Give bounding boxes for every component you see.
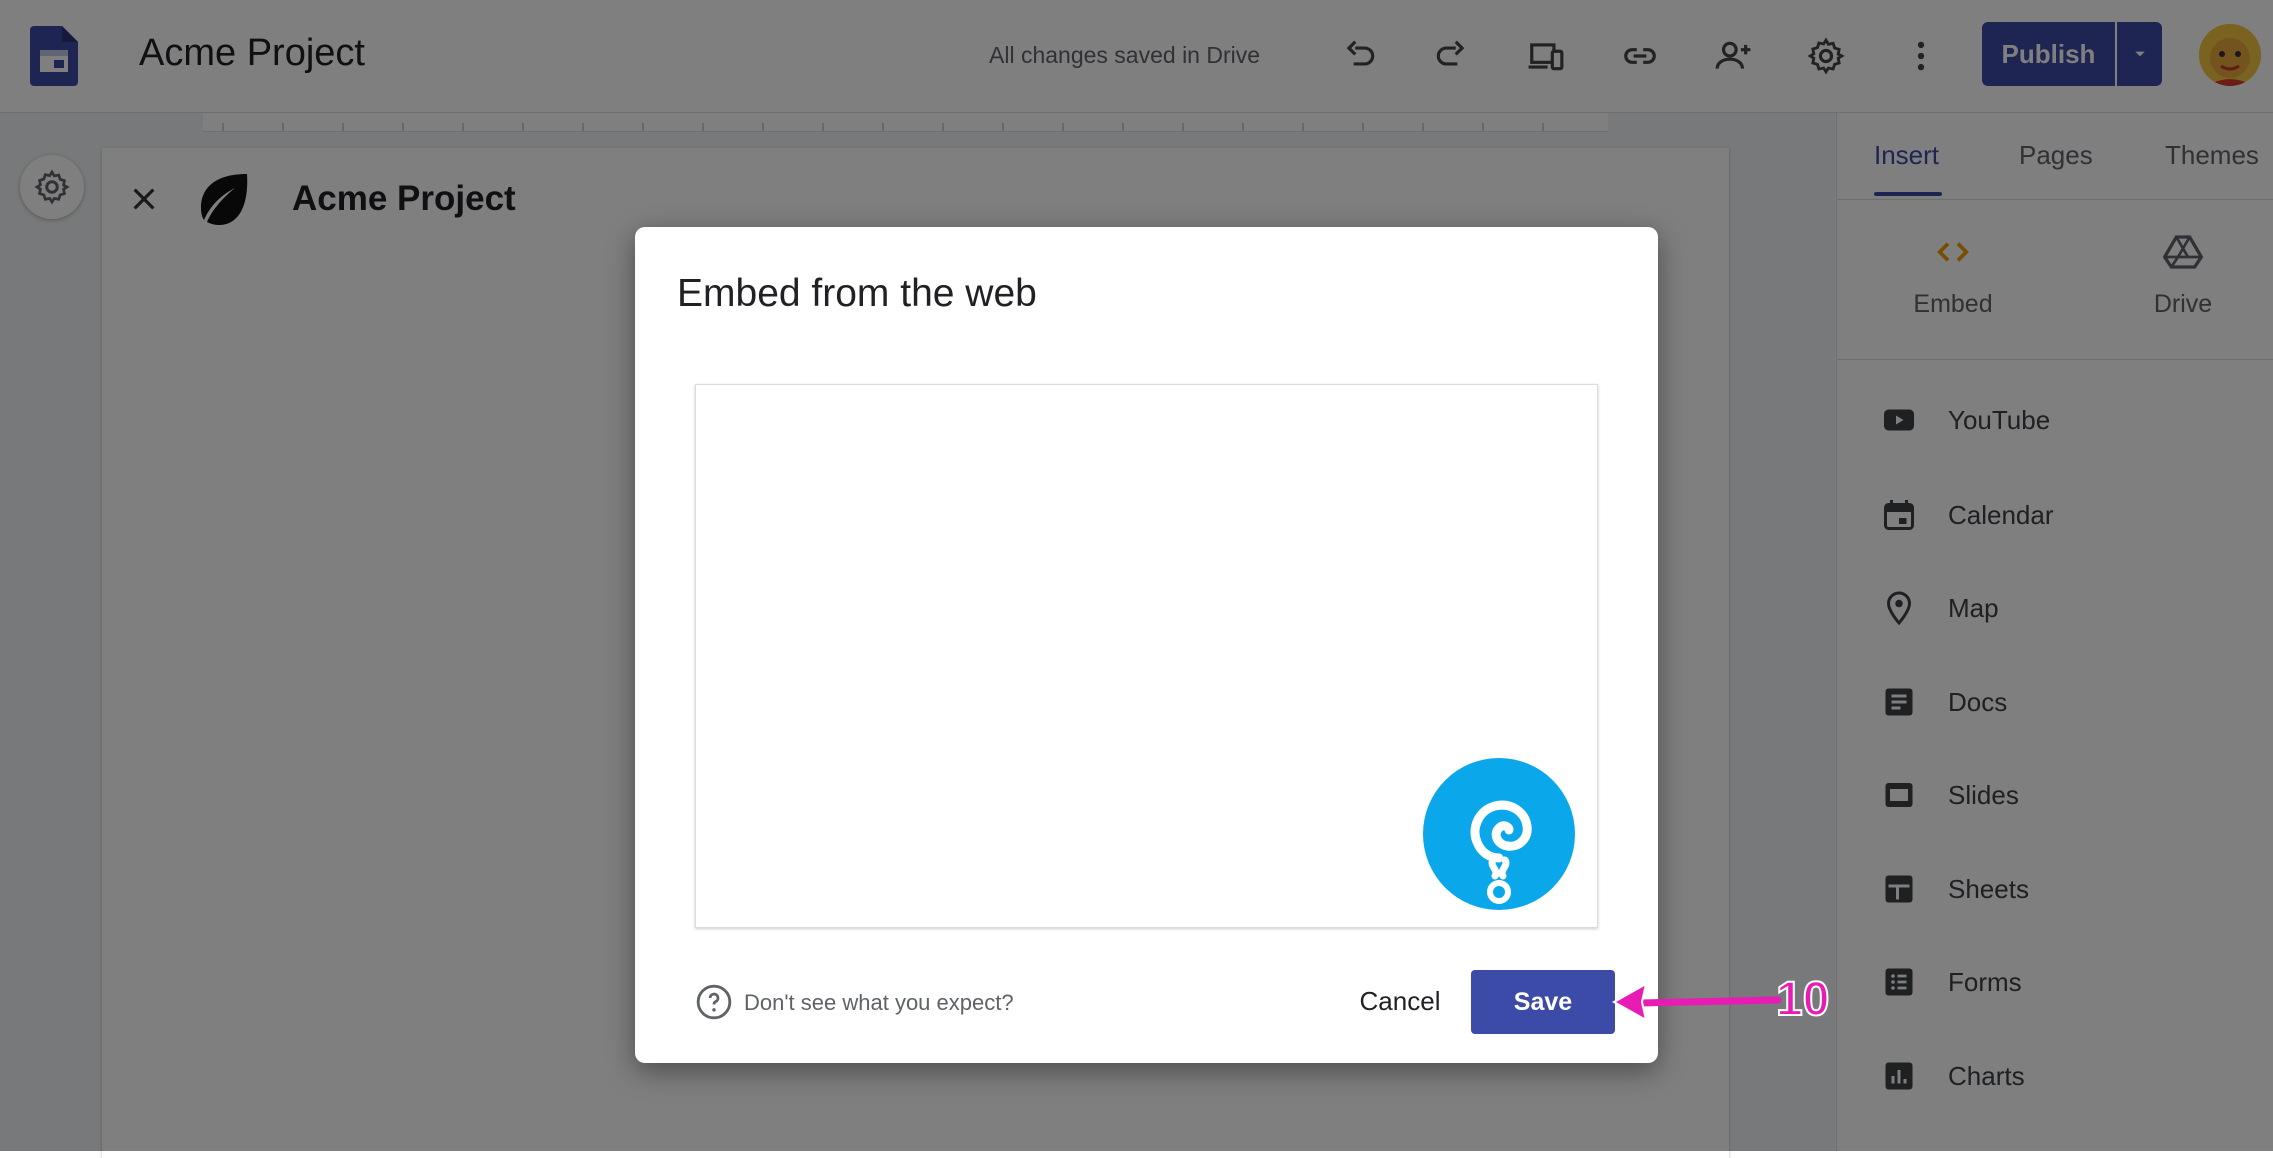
dialog-title: Embed from the web [677, 272, 1037, 315]
cancel-button[interactable]: Cancel [1342, 968, 1458, 1034]
save-button[interactable]: Save [1471, 970, 1615, 1034]
annotation-arrow [1611, 982, 1782, 1022]
help-link[interactable]: Don't see what you expect? [744, 990, 1014, 1016]
help-circle-icon[interactable] [695, 983, 733, 1021]
watermark-logo-icon [1423, 758, 1575, 910]
annotation-step-number: 10 [1775, 972, 1830, 1027]
